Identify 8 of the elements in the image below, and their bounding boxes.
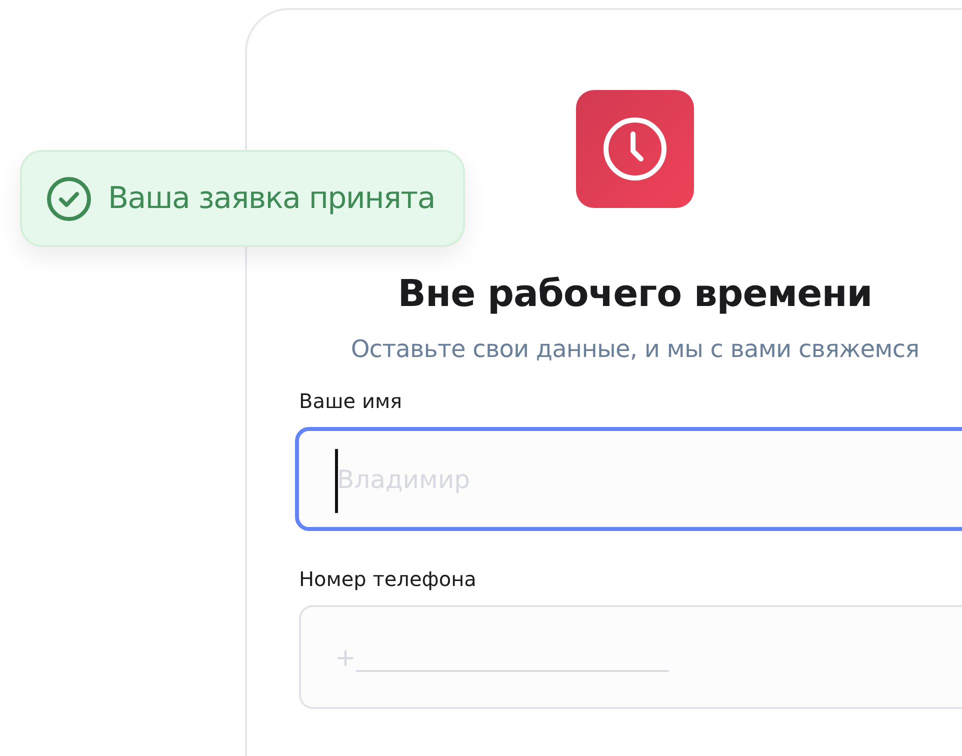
toast-message: Ваша заявка принята bbox=[108, 181, 435, 216]
card-subtitle: Оставьте свои данные, и мы с вами свяжемся bbox=[350, 335, 920, 363]
check-circle-icon bbox=[46, 176, 92, 222]
field-label: Ваше имя bbox=[299, 389, 402, 413]
field-label: Номер телефона bbox=[299, 567, 476, 591]
clock-icon bbox=[602, 116, 668, 182]
text-cursor bbox=[335, 449, 338, 513]
card-title: Вне рабочего времени bbox=[398, 272, 872, 315]
